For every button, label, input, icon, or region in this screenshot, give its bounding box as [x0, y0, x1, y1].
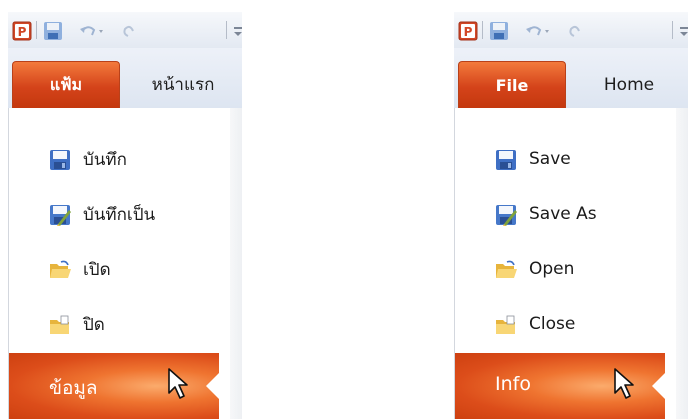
menu-item-label: Close	[529, 314, 576, 334]
save-as-icon	[496, 205, 517, 226]
save-icon	[50, 150, 70, 170]
svg-text:P: P	[18, 25, 27, 39]
svg-text:P: P	[464, 25, 473, 39]
menu-item-save-as[interactable]: Save As	[455, 191, 677, 237]
quick-access-toolbar: P	[454, 12, 688, 48]
backstage-menu: Save Save As Open Close Info	[454, 108, 676, 419]
menu-item-label: Open	[529, 259, 575, 279]
ribbon-tabs: File Home	[454, 48, 688, 108]
tab-file[interactable]: แฟ้ม	[12, 61, 120, 108]
undo-icon[interactable]	[524, 21, 552, 41]
selection-notch	[206, 372, 220, 400]
menu-item-label: ปิด	[83, 314, 105, 335]
toolbar-separator	[482, 21, 483, 39]
menu-item-label: บันทึกเป็น	[83, 204, 156, 225]
menu-item-info[interactable]: ข้อมูล	[9, 353, 220, 419]
menu-item-label: Info	[495, 373, 531, 395]
menu-item-label: บันทึก	[83, 149, 127, 170]
toolbar-separator	[226, 21, 227, 39]
menu-item-close[interactable]: Close	[455, 301, 677, 347]
menu-item-info[interactable]: Info	[455, 353, 666, 419]
backstage-menu: บันทึก บันทึกเป็น เปิด ปิด ข้อมูล	[8, 108, 230, 419]
menu-item-label: Save	[529, 149, 571, 169]
tab-file[interactable]: File	[458, 61, 566, 108]
mouse-pointer-icon	[168, 368, 188, 399]
open-folder-icon	[50, 260, 71, 278]
save-icon	[496, 150, 516, 170]
ribbon-tabs: แฟ้ม หน้าแรก	[8, 48, 242, 108]
save-icon[interactable]	[43, 21, 63, 41]
mouse-pointer-icon	[614, 368, 634, 399]
redo-icon[interactable]	[120, 21, 138, 41]
save-as-icon	[50, 205, 71, 226]
menu-item-open[interactable]: เปิด	[9, 246, 231, 292]
redo-icon[interactable]	[566, 21, 584, 41]
toolbar-separator	[36, 21, 37, 39]
menu-item-save[interactable]: บันทึก	[9, 136, 231, 182]
quick-access-toolbar: P	[8, 12, 242, 48]
tab-home[interactable]: หน้าแรก	[128, 61, 238, 108]
selection-notch	[652, 372, 666, 400]
close-folder-icon	[50, 315, 69, 334]
toolbar-separator	[672, 21, 673, 39]
powerpoint-logo-icon[interactable]: P	[12, 21, 32, 41]
menu-item-save-as[interactable]: บันทึกเป็น	[9, 191, 231, 237]
menu-item-label: Save As	[529, 204, 597, 224]
undo-icon[interactable]	[78, 21, 106, 41]
save-icon[interactable]	[489, 21, 509, 41]
customize-icon[interactable]	[678, 21, 688, 41]
open-folder-icon	[496, 260, 517, 278]
menu-item-label: ข้อมูล	[49, 377, 98, 399]
customize-icon[interactable]	[232, 21, 242, 41]
menu-item-save[interactable]: Save	[455, 136, 677, 182]
backstage-panel-thai: P แฟ้ม หน้าแรก บันทึก บันทึกเป็น เปิด ปิ…	[8, 12, 242, 419]
powerpoint-logo-icon[interactable]: P	[458, 21, 478, 41]
tab-home[interactable]: Home	[574, 61, 684, 108]
backstage-panel-english: P File Home Save Save As Open Close Info	[454, 12, 688, 419]
menu-item-close[interactable]: ปิด	[9, 301, 231, 347]
close-folder-icon	[496, 315, 515, 334]
menu-item-label: เปิด	[83, 259, 111, 280]
menu-item-open[interactable]: Open	[455, 246, 677, 292]
